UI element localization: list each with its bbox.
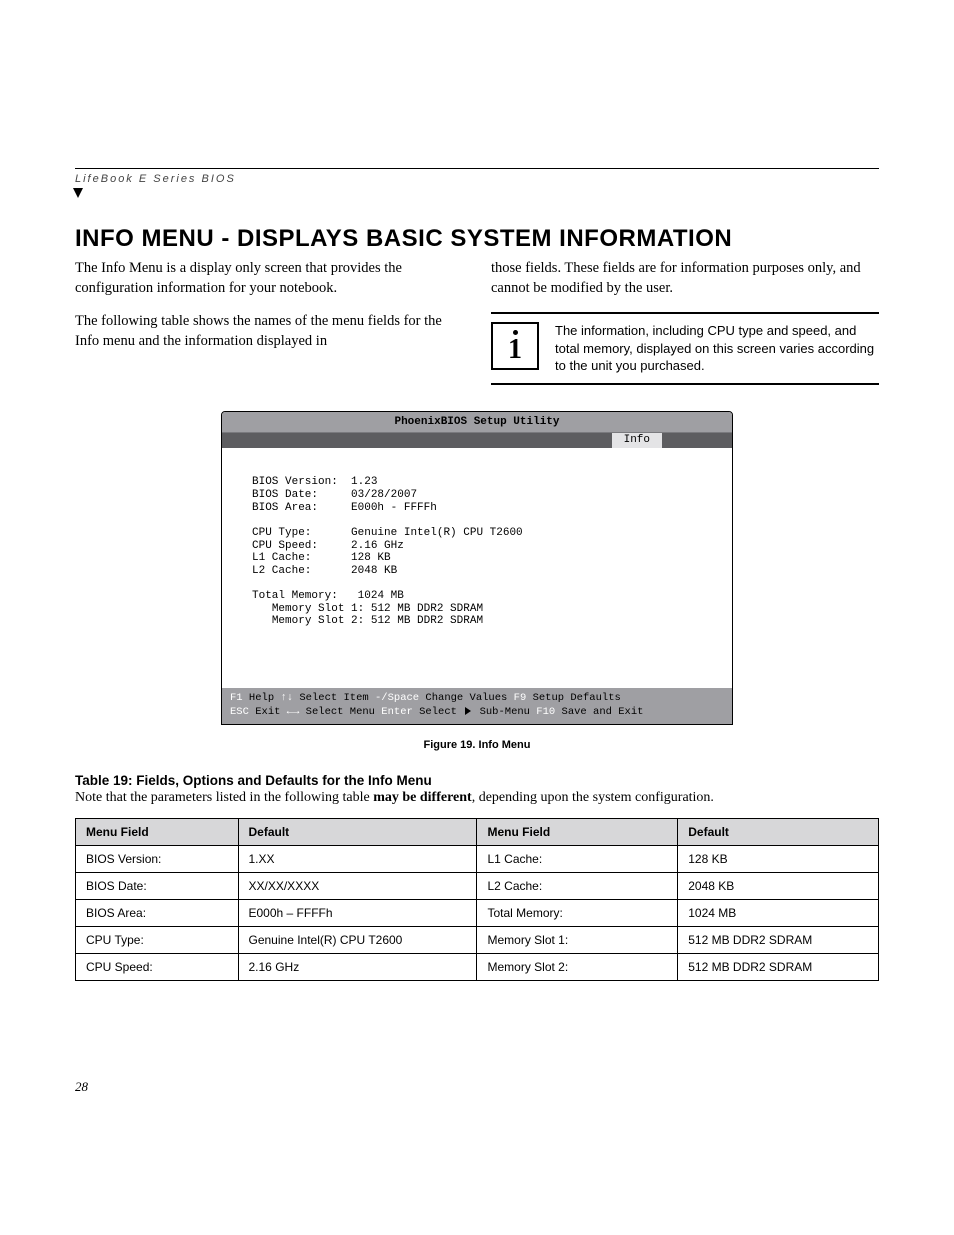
callout-text: The information, including CPU type and … — [555, 322, 879, 375]
defaults-table: Menu Field Default Menu Field Default BI… — [75, 818, 879, 981]
table-row: CPU Speed:2.16 GHz Memory Slot 2:512 MB … — [76, 954, 879, 981]
info-callout: 1 The information, including CPU type an… — [491, 312, 879, 385]
bios-footer: F1 Help ↑↓ Select Item -/Space Change Va… — [222, 688, 732, 724]
table-note: Note that the parameters listed in the f… — [75, 790, 879, 806]
running-head: LifeBook E Series BIOS — [75, 173, 879, 185]
table-row: BIOS Version:1.XX L1 Cache:128 KB — [76, 846, 879, 873]
page-title: INFO MENU - DISPLAYS BASIC SYSTEM INFORM… — [75, 225, 879, 253]
info-icon: 1 — [491, 322, 539, 370]
submenu-triangle-icon — [465, 707, 471, 715]
table-row: BIOS Area:E000h – FFFFh Total Memory:102… — [76, 900, 879, 927]
bios-figure: PhoenixBIOS Setup Utility Info BIOS Vers… — [221, 411, 733, 726]
pointer-icon — [73, 188, 83, 198]
table-row: BIOS Date:XX/XX/XXXX L2 Cache:2048 KB — [76, 873, 879, 900]
th-default-left: Default — [238, 819, 477, 846]
body-column-left: The Info Menu is a display only screen t… — [75, 259, 463, 385]
bios-tab-bar: Info — [222, 433, 732, 448]
intro-para-3: those fields. These fields are for infor… — [491, 259, 879, 298]
header-rule: LifeBook E Series BIOS — [75, 168, 879, 203]
page-number: 28 — [75, 1079, 88, 1095]
bios-tab-info: Info — [612, 433, 662, 448]
figure-caption: Figure 19. Info Menu — [221, 739, 733, 751]
th-default-right: Default — [678, 819, 879, 846]
table-title: Table 19: Fields, Options and Defaults f… — [75, 773, 879, 788]
bios-title: PhoenixBIOS Setup Utility — [222, 412, 732, 434]
th-menu-field-left: Menu Field — [76, 819, 239, 846]
intro-para-1: The Info Menu is a display only screen t… — [75, 259, 463, 298]
th-menu-field-right: Menu Field — [477, 819, 678, 846]
bios-body: BIOS Version: 1.23 BIOS Date: 03/28/2007… — [222, 448, 732, 688]
intro-para-2: The following table shows the names of t… — [75, 312, 463, 351]
table-row: CPU Type:Genuine Intel(R) CPU T2600 Memo… — [76, 927, 879, 954]
body-column-right: those fields. These fields are for infor… — [491, 259, 879, 385]
